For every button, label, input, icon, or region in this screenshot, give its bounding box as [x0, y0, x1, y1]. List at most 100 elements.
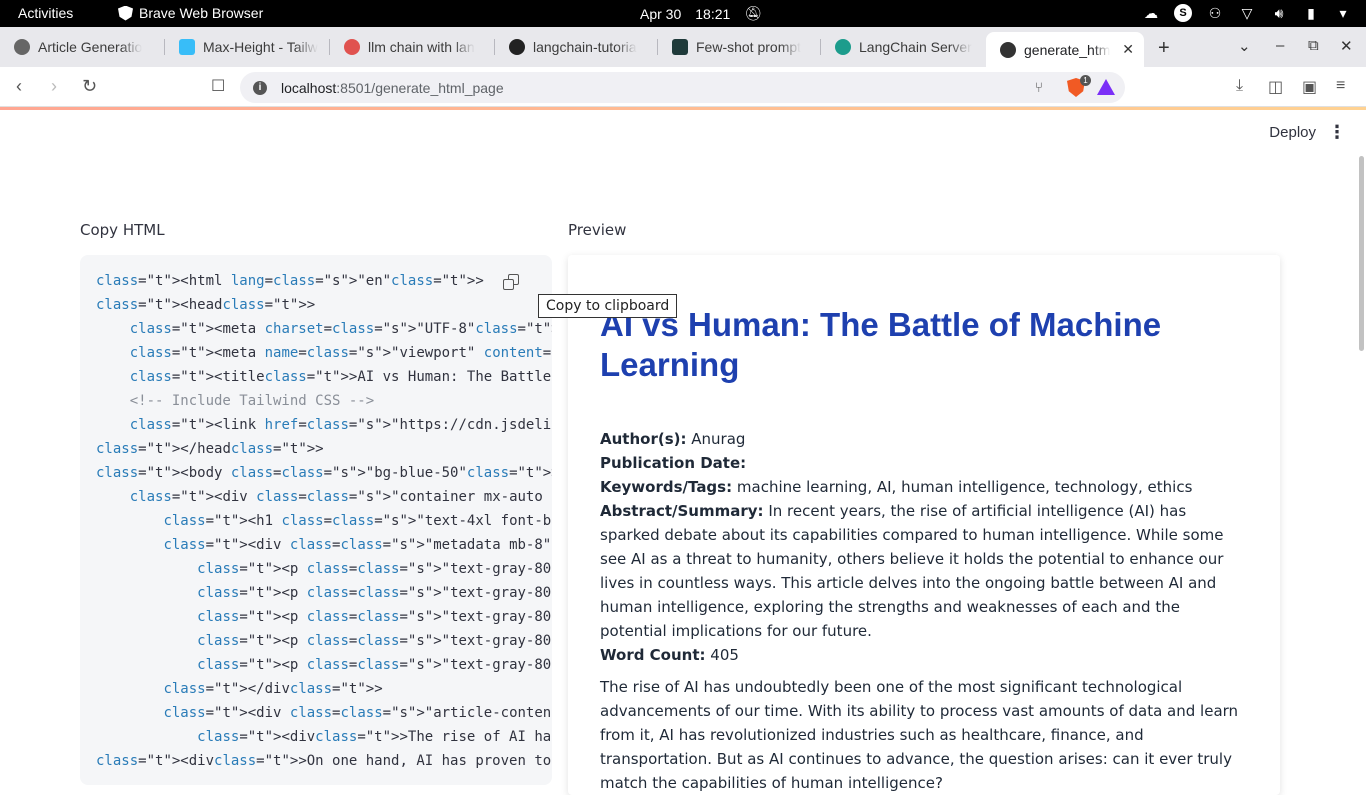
keywords-value: machine learning, AI, human intelligence…	[736, 478, 1193, 496]
navigation-bar: ‹ › ↻ ☐ i localhost:8501/generate_html_p…	[0, 67, 1366, 107]
close-window-icon[interactable]: ✕	[1340, 37, 1353, 55]
abstract-label: Abstract/Summary:	[600, 502, 764, 520]
system-tray[interactable]: ☁ S ⚇ ▽ 🔊︎ ▮ ▾	[1142, 4, 1352, 22]
code-line: class="t"><divclass="t">>The rise of AI …	[197, 729, 552, 745]
code-line: class="t"><link href=class="s">"https://…	[129, 417, 552, 433]
clock-date: Apr 30	[640, 5, 682, 22]
github-icon	[509, 39, 525, 55]
html-preview: AI vs Human: The Battle of Machine Learn…	[568, 255, 1280, 795]
copy-to-clipboard-button[interactable]	[503, 274, 521, 292]
code-line: class="t"><divclass="t">>On one hand, AI…	[96, 753, 552, 769]
maximize-icon[interactable]: ⧉	[1308, 37, 1319, 54]
close-tab-icon[interactable]: ✕	[1122, 41, 1134, 58]
page-scrollbar[interactable]	[1359, 156, 1364, 351]
tab-generate-html[interactable]: generate_htm ✕	[986, 32, 1144, 67]
tab-label: LangChain Server	[859, 39, 972, 55]
tab-article-generation[interactable]: Article Generatio	[0, 32, 165, 62]
code-line: class="t"><div class=class="s">"metadata…	[163, 537, 552, 553]
downloads-icon[interactable]: ⤓	[1236, 77, 1243, 95]
system-top-bar: Activities Brave Web Browser Apr 30 18:2…	[0, 0, 1366, 27]
tab-label: generate_htm	[1024, 41, 1111, 58]
tab-label: llm chain with lan	[368, 39, 475, 55]
date-line: Publication Date:	[600, 451, 1250, 475]
main-menu-icon[interactable]: ⋮	[1328, 122, 1346, 143]
copy-html-label: Copy HTML	[80, 221, 165, 239]
copy-tooltip: Copy to clipboard	[538, 294, 678, 318]
code-line: class="t"><div class=class="s">"article-…	[163, 705, 552, 721]
code-line: class="t"></headclass="t">>	[96, 441, 324, 457]
volume-icon: 🔊︎	[1274, 4, 1284, 21]
site-info-icon[interactable]: i	[253, 80, 267, 95]
tab-label: Article Generatio	[38, 39, 143, 55]
tab-langchain-tutorial[interactable]: langchain-tutoria	[495, 32, 658, 62]
tab-few-shot-prompt[interactable]: Few-shot prompt	[658, 32, 821, 62]
tab-max-height[interactable]: Max-Height - Tailw	[165, 32, 330, 62]
tab-strip: Article Generatio Max-Height - Tailw llm…	[0, 27, 1366, 67]
tab-label: Few-shot prompt	[696, 39, 802, 55]
date-label: Publication Date:	[600, 454, 747, 472]
code-line: class="t"><headclass="t">>	[96, 297, 316, 313]
wallet-icon[interactable]: ▣	[1302, 77, 1317, 97]
wordcount-label: Word Count:	[600, 646, 706, 664]
reload-icon[interactable]: ↻	[82, 76, 97, 97]
article-body: The rise of AI has undoubtedly been one …	[600, 678, 1239, 792]
code-line: class="t"><p class=class="s">"text-gray-…	[197, 585, 552, 601]
tab-favicon	[672, 39, 688, 55]
url-host: localhost	[281, 79, 337, 96]
article-title: AI vs Human: The Battle of Machine Learn…	[600, 306, 1162, 383]
article-metadata: Author(s): Anurag Publication Date: Keyw…	[600, 427, 1250, 667]
html-code: class="t"><html lang=class="s">"en"class…	[96, 269, 552, 773]
clock-time: 18:21	[695, 5, 731, 22]
tab-favicon	[835, 39, 851, 55]
author-line: Author(s): Anurag	[600, 427, 1250, 451]
tab-langchain-server[interactable]: LangChain Server	[821, 32, 984, 62]
tab-favicon	[1000, 41, 1016, 58]
abstract-line: Abstract/Summary: In recent years, the r…	[600, 499, 1250, 643]
code-line: class="t"><p class=class="s">"text-gray-…	[197, 657, 552, 673]
share-icon[interactable]: ⑂	[1035, 79, 1043, 95]
tab-search-icon[interactable]: ⌄	[1238, 37, 1251, 55]
battery-icon: ▮	[1307, 4, 1315, 21]
author-label: Author(s):	[600, 430, 687, 448]
tab-favicon	[14, 39, 30, 55]
tab-label: Max-Height - Tailw	[203, 39, 318, 55]
tab-favicon	[344, 39, 360, 55]
code-line: class="t"></divclass="t">>	[163, 681, 383, 697]
menu-icon[interactable]: ≡	[1336, 77, 1345, 95]
tab-llm-chain[interactable]: llm chain with lan	[330, 32, 495, 62]
bookmark-icon[interactable]: ☐	[211, 76, 225, 96]
tab-label: langchain-tutoria	[533, 39, 637, 55]
code-line: class="t"><h1 class=class="s">"text-4xl …	[163, 513, 552, 529]
notifications-off-icon: 🔕︎	[744, 5, 763, 21]
sidebar-icon[interactable]: ◫	[1268, 77, 1283, 97]
code-line: class="t"><p class=class="s">"text-gray-…	[197, 633, 552, 649]
address-bar[interactable]: i localhost:8501/generate_html_page ⑂ 1	[240, 72, 1125, 103]
deploy-button[interactable]: Deploy	[1269, 124, 1316, 141]
code-block[interactable]: class="t"><html lang=class="s">"en"class…	[80, 255, 552, 785]
back-icon[interactable]: ‹	[16, 76, 22, 97]
shields-count-badge: 1	[1080, 75, 1091, 86]
accessibility-icon: ⚇	[1208, 4, 1222, 21]
activities-button[interactable]: Activities	[18, 5, 73, 21]
minimize-icon[interactable]: –	[1276, 37, 1284, 54]
forward-icon[interactable]: ›	[51, 76, 57, 97]
keywords-label: Keywords/Tags:	[600, 478, 733, 496]
skype-icon: S	[1174, 4, 1192, 22]
cloud-icon: ☁	[1144, 4, 1158, 21]
wifi-icon: ▽	[1241, 4, 1253, 21]
code-line: class="t"><p class=class="s">"text-gray-…	[197, 561, 552, 577]
wordcount-line: Word Count: 405	[600, 643, 1250, 667]
brave-app-icon	[118, 5, 133, 21]
code-line: class="t"><html lang=class="s">"en"class…	[96, 273, 484, 289]
brave-rewards-icon[interactable]	[1097, 79, 1115, 95]
tailwind-icon	[179, 39, 195, 55]
copy-icon-back	[503, 279, 514, 290]
preview-label: Preview	[568, 221, 627, 239]
new-tab-button[interactable]: +	[1158, 37, 1170, 60]
code-line: class="t"><titleclass="t">>AI vs Human: …	[129, 369, 552, 385]
code-line: <!-- Include Tailwind CSS -->	[96, 393, 375, 409]
author-value: Anurag	[691, 430, 746, 448]
app-menu[interactable]: Brave Web Browser	[118, 5, 263, 21]
keywords-line: Keywords/Tags: machine learning, AI, hum…	[600, 475, 1250, 499]
clock[interactable]: Apr 30 18:21 🔕︎	[640, 5, 762, 22]
